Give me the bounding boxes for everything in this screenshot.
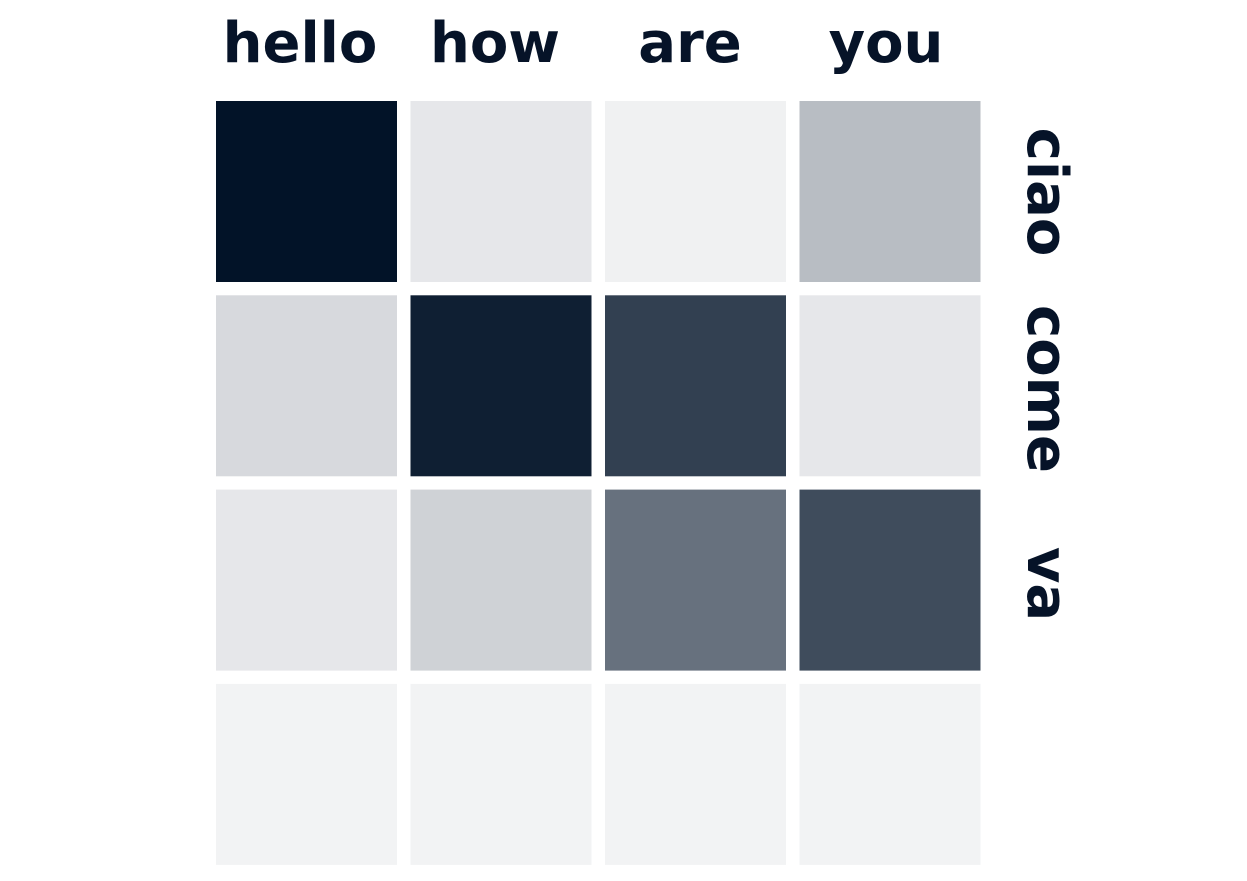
column-label-hello: hello — [223, 11, 378, 76]
column-labels: hello how are you — [223, 11, 944, 76]
row-label-come: come — [1014, 305, 1079, 473]
heatmap-cell-r2-c3 — [605, 295, 786, 477]
heatmap-cell-r3-c2 — [410, 489, 592, 671]
heatmap-cell-r2-c1 — [216, 295, 397, 477]
heatmap-cell-r1-c1 — [216, 101, 397, 282]
heatmap-cell-r1-c3 — [605, 101, 786, 282]
column-label-you: you — [829, 11, 944, 76]
heatmap-cells — [216, 101, 981, 865]
heatmap-cell-r4-c1 — [216, 683, 397, 865]
attention-heatmap: hello how are you ciao come va — [216, 11, 1079, 865]
heatmap-cell-r4-c4 — [799, 683, 981, 865]
row-labels: ciao come va — [1014, 128, 1079, 621]
heatmap-cell-r2-c4 — [799, 295, 981, 477]
column-label-how: how — [430, 11, 560, 76]
heatmap-cell-r3-c1 — [216, 489, 397, 671]
heatmap-cell-r3-c3 — [605, 489, 786, 671]
column-label-are: are — [638, 11, 741, 76]
heatmap-cell-r4-c3 — [605, 683, 786, 865]
heatmap-cell-r2-c2 — [410, 295, 592, 477]
row-label-va: va — [1014, 547, 1079, 621]
heatmap-cell-r1-c2 — [410, 101, 592, 282]
heatmap-cell-r3-c4 — [799, 489, 981, 671]
row-label-ciao: ciao — [1014, 128, 1079, 257]
heatmap-cell-r1-c4 — [799, 101, 981, 282]
heatmap-cell-r4-c2 — [410, 683, 592, 865]
